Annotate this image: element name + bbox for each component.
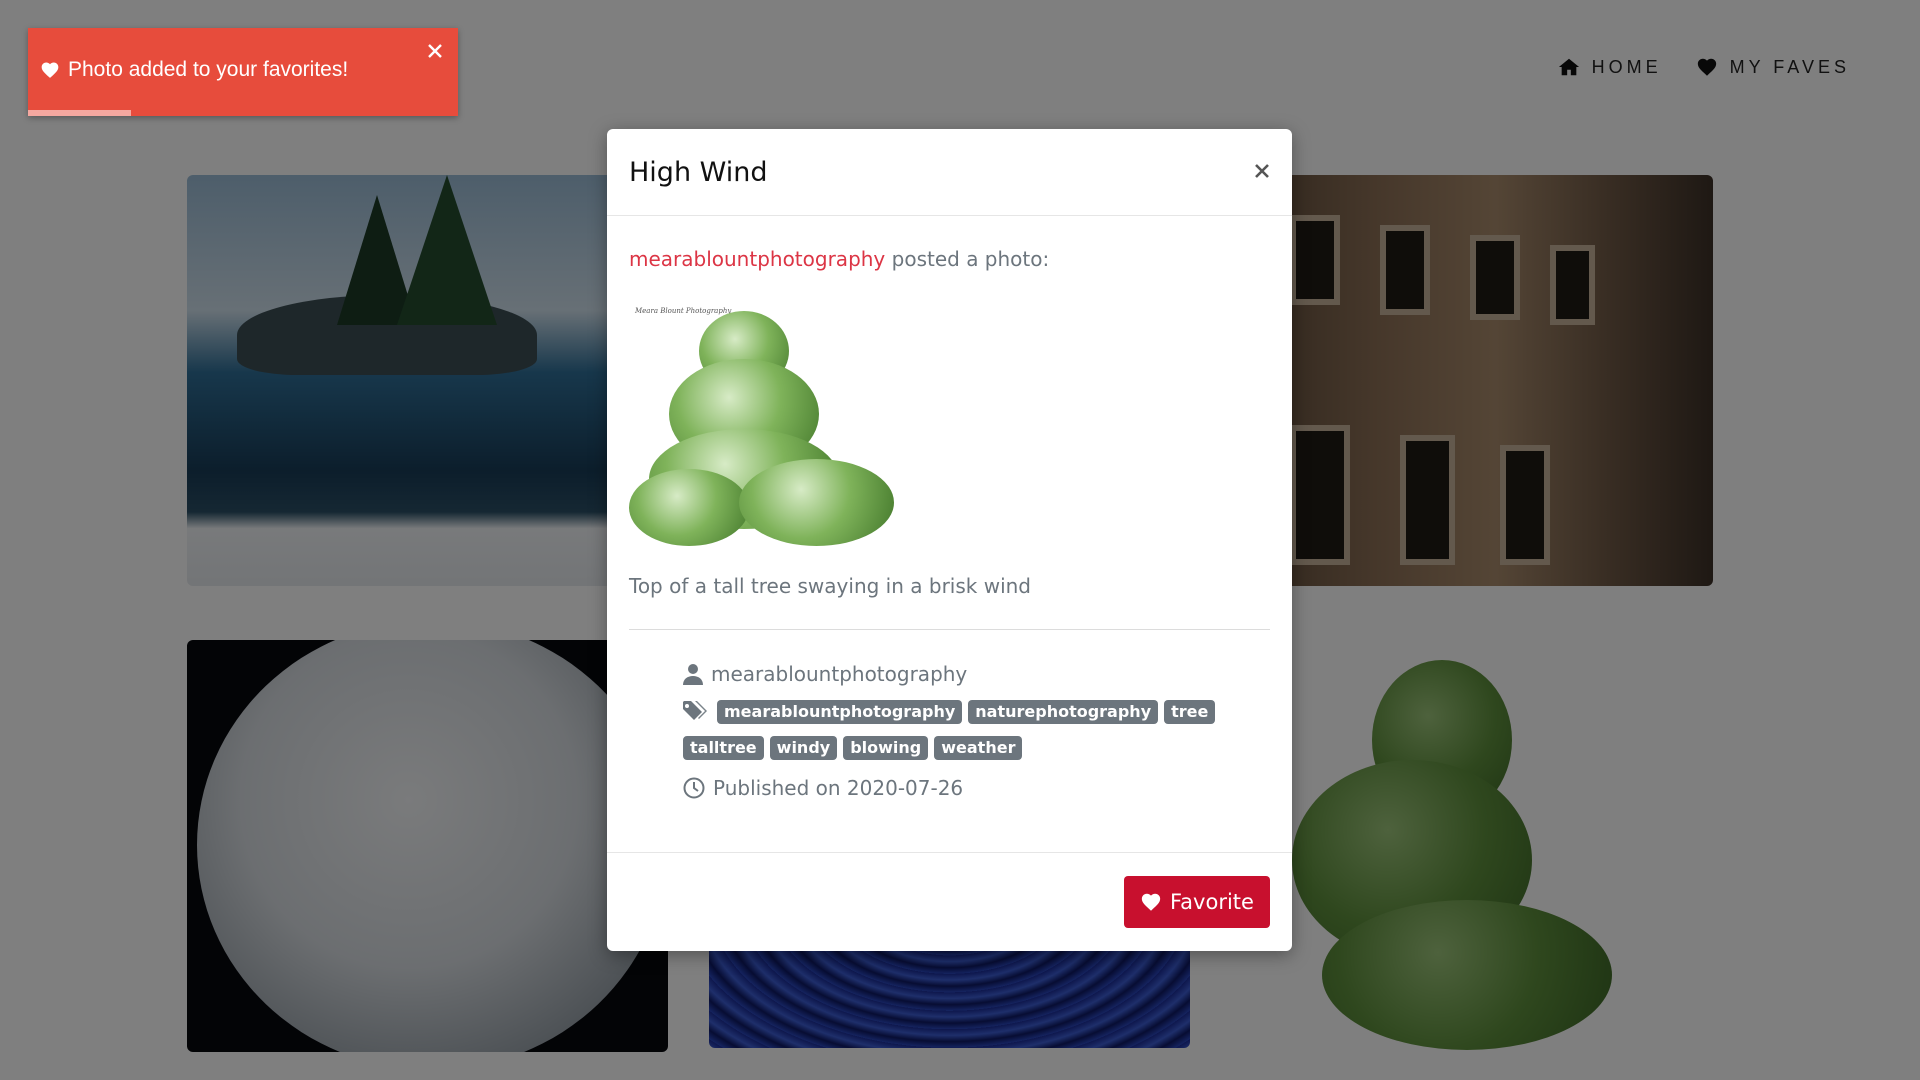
tag-badge[interactable]: weather (934, 736, 1023, 760)
tag-badge[interactable]: blowing (843, 736, 929, 760)
tag-badge[interactable]: talltree (683, 736, 764, 760)
toast-message: Photo added to your favorites! (68, 58, 349, 81)
meta-published-row: Published on 2020-07-26 (683, 776, 963, 800)
user-icon (683, 664, 703, 685)
heart-icon (41, 62, 59, 78)
tag-badge[interactable]: windy (769, 736, 838, 760)
modal-close-button[interactable] (1252, 161, 1272, 181)
meta-tags-row: mearablountphotography naturephotography t… (683, 700, 1243, 760)
tag-badge[interactable]: tree (1164, 700, 1216, 724)
photo-watermark: Meara Blount Photography (635, 307, 732, 315)
heart-icon (1141, 893, 1161, 911)
photo-description: Top of a tall tree swaying in a brisk wi… (629, 574, 1031, 598)
toast-progress-bar (28, 110, 458, 116)
divider (629, 629, 1270, 630)
posted-line: mearablountphotography posted a photo: (629, 247, 1049, 271)
favorite-button-label: Favorite (1170, 890, 1254, 914)
page: HOME MY FAVES Photo added to you (0, 0, 1920, 1080)
meta-username-row: mearablountphotography (683, 662, 967, 686)
posted-text: posted a photo: (891, 247, 1050, 271)
favorite-toast: Photo added to your favorites! (28, 28, 458, 116)
toast-close-button[interactable] (426, 42, 444, 60)
photo-modal: High Wind mearablountphotography posted … (607, 129, 1292, 951)
tag-badge[interactable]: mearablountphotography (717, 700, 963, 724)
meta-username: mearablountphotography (711, 662, 968, 686)
toast-progress-fill (28, 110, 132, 116)
tags-icon (683, 701, 707, 720)
published-date: Published on 2020-07-26 (713, 776, 964, 800)
close-icon (428, 44, 442, 58)
modal-header: High Wind (607, 129, 1292, 216)
favorite-button[interactable]: Favorite (1124, 876, 1270, 928)
close-icon (1255, 164, 1269, 178)
modal-title: High Wind (629, 157, 768, 188)
photo-image: Meara Blount Photography (629, 299, 899, 546)
modal-footer: Favorite (607, 852, 1292, 951)
clock-icon (683, 777, 705, 799)
author-link[interactable]: mearablountphotography (629, 247, 885, 271)
tag-badge[interactable]: naturephotography (968, 700, 1159, 724)
